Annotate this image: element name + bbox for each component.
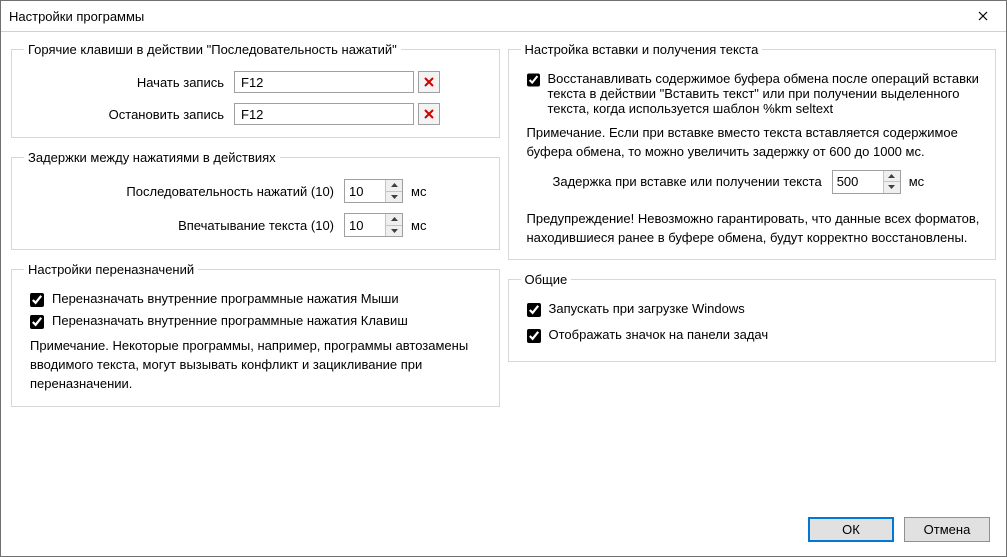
paste-note1: Примечание. Если при вставке вместо текс… — [521, 122, 984, 162]
stop-record-input[interactable] — [234, 103, 414, 125]
start-record-label: Начать запись — [24, 75, 234, 90]
unit-ms: мс — [411, 184, 426, 199]
chevron-down-icon — [391, 229, 398, 233]
reassign-mouse-label: Переназначать внутренние программные наж… — [52, 291, 399, 306]
spin-down-button[interactable] — [386, 225, 402, 237]
group-hotkeys: Горячие клавиши в действии "Последовател… — [11, 42, 500, 138]
startup-label: Запускать при загрузке Windows — [549, 301, 745, 316]
group-delays-legend: Задержки между нажатиями в действиях — [24, 150, 280, 165]
group-reassign: Настройки переназначений Переназначать в… — [11, 262, 500, 407]
close-button[interactable] — [960, 1, 1006, 31]
start-record-input[interactable] — [234, 71, 414, 93]
x-red-icon — [424, 109, 434, 119]
chevron-down-icon — [391, 195, 398, 199]
seq-delay-label: Последовательность нажатий (10) — [24, 184, 344, 199]
restore-clipboard-checkbox[interactable] — [527, 73, 540, 87]
chevron-up-icon — [888, 174, 895, 178]
ok-button[interactable]: ОК — [808, 517, 894, 542]
group-general: Общие Запускать при загрузке Windows Ото… — [508, 272, 997, 362]
paste-delay-label: Задержка при вставке или получении текст… — [553, 174, 822, 189]
restore-clipboard-label: Восстанавливать содержимое буфера обмена… — [548, 71, 984, 116]
startup-row[interactable]: Запускать при загрузке Windows — [521, 301, 984, 317]
stop-record-label: Остановить запись — [24, 107, 234, 122]
spin-down-button[interactable] — [884, 181, 900, 193]
tray-row[interactable]: Отображать значок на панели задач — [521, 327, 984, 343]
window-title: Настройки программы — [9, 9, 960, 24]
reassign-keys-checkbox[interactable] — [30, 315, 44, 329]
restore-clipboard-row[interactable]: Восстанавливать содержимое буфера обмена… — [521, 71, 984, 116]
start-record-clear-button[interactable] — [418, 71, 440, 93]
cancel-button[interactable]: Отмена — [904, 517, 990, 542]
group-general-legend: Общие — [521, 272, 572, 287]
paste-delay-unit: мс — [909, 174, 924, 189]
seq-delay-spinner[interactable] — [344, 179, 403, 203]
group-delays: Задержки между нажатиями в действиях Пос… — [11, 150, 500, 250]
group-hotkeys-legend: Горячие клавиши в действии "Последовател… — [24, 42, 401, 57]
unit-ms: мс — [411, 218, 426, 233]
paste-delay-input[interactable] — [833, 171, 883, 193]
reassign-note: Примечание. Некоторые программы, наприме… — [24, 335, 487, 394]
type-delay-spinner[interactable] — [344, 213, 403, 237]
reassign-mouse-row[interactable]: Переназначать внутренние программные наж… — [24, 291, 487, 307]
reassign-keys-label: Переназначать внутренние программные наж… — [52, 313, 408, 328]
reassign-keys-row[interactable]: Переназначать внутренние программные наж… — [24, 313, 487, 329]
x-red-icon — [424, 77, 434, 87]
close-icon — [978, 11, 988, 21]
type-delay-label: Впечатывание текста (10) — [24, 218, 344, 233]
spin-up-button[interactable] — [386, 180, 402, 191]
spin-up-button[interactable] — [386, 214, 402, 225]
left-column: Горячие клавиши в действии "Последовател… — [11, 42, 500, 507]
spin-down-button[interactable] — [386, 191, 402, 203]
settings-window: Настройки программы Горячие клавиши в де… — [0, 0, 1007, 557]
reassign-mouse-checkbox[interactable] — [30, 293, 44, 307]
titlebar: Настройки программы — [1, 1, 1006, 32]
paste-delay-spinner[interactable] — [832, 170, 901, 194]
chevron-down-icon — [888, 185, 895, 189]
type-delay-input[interactable] — [345, 214, 385, 236]
seq-delay-input[interactable] — [345, 180, 385, 202]
content-area: Горячие клавиши в действии "Последовател… — [1, 32, 1006, 507]
right-column: Настройка вставки и получения текста Вос… — [508, 42, 997, 507]
startup-checkbox[interactable] — [527, 303, 541, 317]
group-paste: Настройка вставки и получения текста Вос… — [508, 42, 997, 260]
spin-up-button[interactable] — [884, 171, 900, 182]
button-bar: ОК Отмена — [1, 507, 1006, 556]
chevron-up-icon — [391, 217, 398, 221]
stop-record-clear-button[interactable] — [418, 103, 440, 125]
tray-label: Отображать значок на панели задач — [549, 327, 769, 342]
group-paste-legend: Настройка вставки и получения текста — [521, 42, 763, 57]
group-reassign-legend: Настройки переназначений — [24, 262, 198, 277]
paste-warning: Предупреждение! Невозможно гарантировать… — [521, 208, 984, 248]
tray-checkbox[interactable] — [527, 329, 541, 343]
chevron-up-icon — [391, 183, 398, 187]
